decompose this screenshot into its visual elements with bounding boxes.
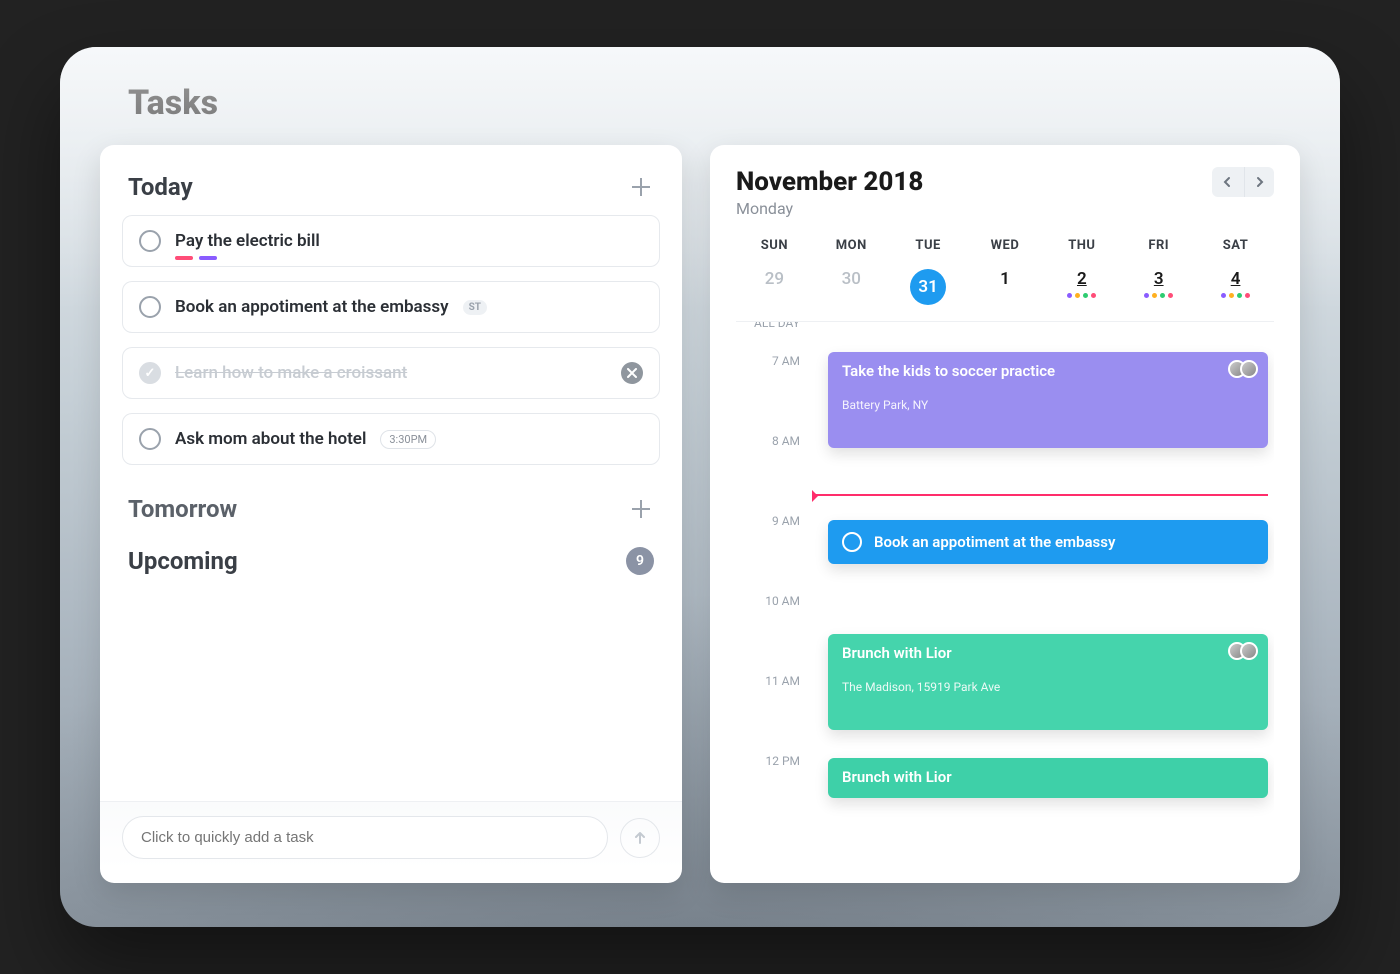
task-text: Pay the electric bill <box>175 231 320 251</box>
all-day-label: ALL DAY <box>736 321 814 330</box>
task-tag <box>199 256 217 260</box>
today-task-list: Pay the electric bill Book an appotiment… <box>122 215 660 465</box>
task-text: Book an appotiment at the embassy <box>175 297 449 317</box>
upcoming-title: Upcoming <box>128 547 238 575</box>
date-cell[interactable]: 2 <box>1043 269 1120 311</box>
chevron-right-icon <box>1254 176 1266 188</box>
quick-add-submit-button[interactable] <box>620 818 660 858</box>
date-cell[interactable]: 4 <box>1197 269 1274 311</box>
chevron-left-icon <box>1221 176 1233 188</box>
upcoming-count-badge[interactable]: 9 <box>626 547 654 575</box>
delete-task-button[interactable] <box>621 362 643 384</box>
dates-row: 29 30 31 1 2 3 4 <box>736 269 1274 311</box>
month-nav <box>1212 167 1274 197</box>
app-window: Tasks Today Pay the electric bill <box>60 47 1340 927</box>
tasks-panel: Today Pay the electric bill Book <box>100 145 682 883</box>
add-task-tomorrow-button[interactable] <box>628 496 654 522</box>
weekday-label: THU <box>1043 238 1120 253</box>
avatar <box>1240 360 1258 378</box>
quick-add-input[interactable] <box>122 816 608 859</box>
close-icon <box>627 368 637 378</box>
task-item[interactable]: Book an appotiment at the embassy ST <box>122 281 660 333</box>
weekday-label: SUN <box>736 238 813 253</box>
calendar-event[interactable]: Book an appotiment at the embassy <box>828 520 1268 564</box>
event-title: Brunch with Lior <box>842 768 1254 786</box>
weekday-label: WED <box>967 238 1044 253</box>
task-text: Ask mom about the hotel <box>175 429 366 449</box>
tomorrow-header: Tomorrow <box>128 495 654 523</box>
hour-label: 9 AM <box>736 514 814 528</box>
hour-label: 7 AM <box>736 354 814 368</box>
next-month-button[interactable] <box>1244 167 1274 197</box>
event-attendees <box>1234 642 1258 660</box>
event-location: Battery Park, NY <box>842 398 1254 412</box>
date-cell[interactable]: 1 <box>967 269 1044 311</box>
calendar-event[interactable]: Take the kids to soccer practice Battery… <box>828 352 1268 448</box>
upcoming-header: Upcoming 9 <box>128 547 654 575</box>
task-checkbox-checked[interactable] <box>139 362 161 384</box>
calendar-event[interactable]: Brunch with Lior The Madison, 15919 Park… <box>828 634 1268 730</box>
circle-icon <box>842 532 862 552</box>
arrow-up-icon <box>632 830 648 846</box>
task-badge: ST <box>463 300 487 315</box>
event-dots <box>1067 293 1096 298</box>
day-timeline: ALL DAY 7 AM 8 AM 9 AM 10 AM 11 AM 12 PM… <box>736 321 1274 883</box>
task-checkbox[interactable] <box>139 230 161 252</box>
date-cell[interactable]: 30 <box>813 269 890 311</box>
calendar-header: November 2018 Monday <box>736 167 1274 218</box>
hour-label: 12 PM <box>736 754 814 768</box>
two-column-layout: Today Pay the electric bill Book <box>100 145 1300 883</box>
page-title: Tasks <box>128 83 1300 123</box>
avatar <box>1240 642 1258 660</box>
task-time-chip: 3:30PM <box>380 430 436 449</box>
calendar-panel: November 2018 Monday SUN MON TUE WED T <box>710 145 1300 883</box>
date-cell-selected[interactable]: 31 <box>890 269 967 311</box>
date-cell[interactable]: 29 <box>736 269 813 311</box>
weekday-label: TUE <box>890 238 967 253</box>
task-checkbox[interactable] <box>139 428 161 450</box>
date-cell[interactable]: 3 <box>1120 269 1197 311</box>
event-location: The Madison, 15919 Park Ave <box>842 680 1254 694</box>
tomorrow-title: Tomorrow <box>128 495 237 523</box>
task-tags <box>175 256 217 260</box>
task-item[interactable]: Ask mom about the hotel 3:30PM <box>122 413 660 465</box>
weekday-label: MON <box>813 238 890 253</box>
quick-add-bar <box>100 801 682 869</box>
event-title: Book an appotiment at the embassy <box>874 533 1115 551</box>
task-text: Learn how to make a croissant <box>175 363 407 383</box>
today-header: Today <box>128 173 654 201</box>
add-task-today-button[interactable] <box>628 174 654 200</box>
prev-month-button[interactable] <box>1212 167 1242 197</box>
task-item[interactable]: Learn how to make a croissant <box>122 347 660 399</box>
weekday-row: SUN MON TUE WED THU FRI SAT <box>736 238 1274 253</box>
calendar-month-title: November 2018 <box>736 167 923 197</box>
weekday-label: SAT <box>1197 238 1274 253</box>
event-attendees <box>1234 360 1258 378</box>
task-checkbox[interactable] <box>139 296 161 318</box>
hour-label: 11 AM <box>736 674 814 688</box>
task-item[interactable]: Pay the electric bill <box>122 215 660 267</box>
hour-label: 8 AM <box>736 434 814 448</box>
event-title: Brunch with Lior <box>842 644 1254 662</box>
weekday-label: FRI <box>1120 238 1197 253</box>
event-dots <box>1221 293 1250 298</box>
event-dots <box>1144 293 1173 298</box>
calendar-day-subtitle: Monday <box>736 199 923 218</box>
hour-label: 10 AM <box>736 594 814 608</box>
calendar-event[interactable]: Brunch with Lior <box>828 758 1268 798</box>
task-tag <box>175 256 193 260</box>
events-layer: Take the kids to soccer practice Battery… <box>828 322 1268 883</box>
today-title: Today <box>128 173 193 201</box>
event-title: Take the kids to soccer practice <box>842 362 1254 380</box>
